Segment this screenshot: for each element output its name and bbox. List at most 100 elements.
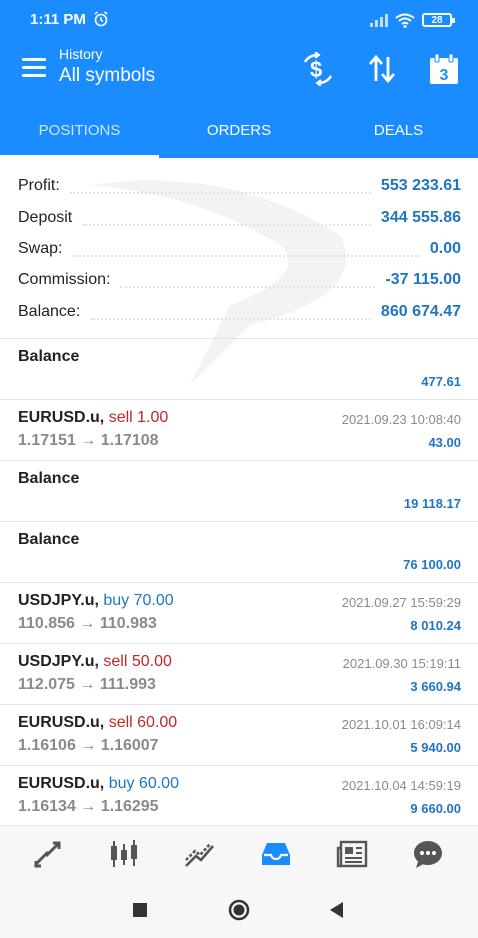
- summary-label: Deposit: [18, 208, 79, 227]
- page-subtitle: History: [59, 46, 103, 62]
- recents-square-icon[interactable]: [129, 899, 151, 921]
- news-icon: [336, 840, 368, 868]
- summary-row-profit: Profit: 553 233.61: [18, 170, 461, 201]
- history-list[interactable]: Balance 477.61 EURUSD.u, sell 1.00 1.171…: [0, 339, 478, 825]
- nav-quotes[interactable]: [30, 836, 66, 872]
- summary-row-swap: Swap: 0.00: [18, 233, 461, 264]
- summary-value: 553 233.61: [374, 176, 461, 195]
- system-navigation: [0, 881, 478, 938]
- list-item[interactable]: USDJPY.u, sell 50.00 112.075 → 111.993 2…: [0, 644, 478, 705]
- app-bar: History All symbols $ 3: [0, 40, 478, 102]
- item-symbol: USDJPY.u,: [18, 592, 99, 609]
- calendar-icon[interactable]: 3: [427, 52, 461, 86]
- list-item[interactable]: Balance 76 100.00: [0, 522, 478, 583]
- item-time: 2021.09.27 15:59:29: [341, 595, 461, 610]
- wifi-icon: [395, 13, 415, 28]
- status-bar: 1:11 PM 28: [0, 0, 478, 40]
- dotted-leader: [69, 178, 371, 194]
- dotted-leader: [90, 304, 371, 320]
- summary-value: 0.00: [423, 239, 461, 258]
- nav-news[interactable]: [334, 836, 370, 872]
- item-title: EURUSD.u, buy 60.00: [18, 775, 179, 793]
- item-symbol: USDJPY.u,: [18, 653, 99, 670]
- item-amount: 5 940.00: [410, 740, 461, 755]
- back-triangle-icon[interactable]: [326, 899, 348, 921]
- summary-row-balance: Balance: 860 674.47: [18, 296, 461, 327]
- nav-history[interactable]: [258, 836, 294, 872]
- item-prices: 112.075 → 111.993: [18, 676, 156, 693]
- calendar-day: 3: [440, 67, 449, 84]
- item-type: sell 60.00: [108, 714, 178, 731]
- nav-chart[interactable]: [106, 836, 142, 872]
- tab-deals[interactable]: DEALS: [319, 102, 478, 158]
- item-type: buy 70.00: [103, 592, 174, 609]
- active-tab-indicator: [0, 155, 159, 158]
- history-inbox-icon: [262, 843, 290, 865]
- summary-label: Balance:: [18, 302, 87, 321]
- summary-row-deposit: Deposit 344 555.86: [18, 202, 461, 233]
- dotted-leader: [120, 272, 376, 288]
- item-type: sell 1.00: [108, 409, 169, 426]
- item-title: USDJPY.u, buy 70.00: [18, 592, 174, 610]
- tab-label: DEALS: [373, 121, 424, 139]
- menu-icon-line: [22, 66, 46, 69]
- item-amount: 76 100.00: [403, 557, 461, 572]
- status-time: 1:11 PM: [30, 11, 86, 28]
- summary-value: -37 115.00: [379, 270, 461, 289]
- item-symbol: Balance: [18, 531, 80, 548]
- item-type: buy 60.00: [108, 775, 179, 792]
- trade-chart-icon: [185, 843, 214, 867]
- item-amount: 9 660.00: [410, 801, 461, 816]
- nav-trade[interactable]: [182, 836, 218, 872]
- item-amount: 43.00: [428, 435, 461, 450]
- top-header: 1:11 PM 28 History All symbols $ 3 POSIT…: [0, 0, 478, 158]
- summary-label: Profit:: [18, 176, 66, 195]
- item-symbol: EURUSD.u,: [18, 409, 105, 426]
- item-amount: 477.61: [421, 374, 461, 389]
- nav-chat[interactable]: [410, 836, 446, 872]
- home-circle-icon[interactable]: [228, 899, 250, 921]
- battery-level: 28: [431, 14, 443, 26]
- quotes-arrows-icon: [34, 841, 61, 868]
- list-item[interactable]: Balance 19 118.17: [0, 461, 478, 522]
- bottom-navigation: [0, 825, 478, 881]
- dollar-filter-icon[interactable]: $: [301, 52, 335, 86]
- item-amount: 8 010.24: [410, 618, 461, 633]
- tab-positions[interactable]: POSITIONS: [0, 102, 159, 158]
- item-title: EURUSD.u, sell 60.00: [18, 714, 177, 732]
- dotted-leader: [82, 210, 371, 226]
- item-time: 2021.10.04 14:59:19: [341, 778, 461, 793]
- title-block[interactable]: History All symbols: [59, 46, 155, 87]
- item-symbol: Balance: [18, 348, 80, 365]
- tab-label: ORDERS: [206, 121, 272, 139]
- summary-panel: Profit: 553 233.61 Deposit 344 555.86 Sw…: [0, 170, 478, 332]
- list-item[interactable]: EURUSD.u, sell 1.00 1.17151 → 1.17108 20…: [0, 400, 478, 461]
- dotted-leader: [72, 241, 420, 257]
- item-symbol: Balance: [18, 470, 80, 487]
- item-type: sell 50.00: [103, 653, 172, 670]
- item-amount: 19 118.17: [403, 496, 461, 511]
- tab-bar: POSITIONS ORDERS DEALS: [0, 102, 478, 158]
- item-symbol: EURUSD.u,: [18, 775, 105, 792]
- sort-icon[interactable]: [365, 52, 399, 86]
- chat-icon: [414, 841, 442, 868]
- list-item[interactable]: Balance 477.61: [0, 339, 478, 400]
- tab-orders[interactable]: ORDERS: [159, 102, 319, 158]
- summary-value: 344 555.86: [374, 208, 461, 227]
- tab-label: POSITIONS: [38, 121, 121, 139]
- item-time: 2021.10.01 16:09:14: [341, 717, 461, 732]
- list-item[interactable]: EURUSD.u, sell 60.00 1.16106 → 1.16007 2…: [0, 705, 478, 766]
- summary-label: Commission:: [18, 270, 117, 289]
- summary-value: 860 674.47: [374, 302, 461, 321]
- signal-icon: [370, 14, 388, 27]
- menu-icon-line: [22, 58, 46, 61]
- list-item[interactable]: USDJPY.u, buy 70.00 110.856 → 110.983 20…: [0, 583, 478, 644]
- list-item[interactable]: EURUSD.u, buy 60.00 1.16134 → 1.16295 20…: [0, 766, 478, 825]
- item-prices: 1.16134 → 1.16295: [18, 798, 159, 815]
- svg-text:$: $: [310, 57, 322, 82]
- item-prices: 1.17151 → 1.17108: [18, 432, 159, 449]
- battery-icon: 28: [422, 13, 455, 27]
- item-symbol: EURUSD.u,: [18, 714, 105, 731]
- item-time: 2021.09.23 10:08:40: [341, 412, 461, 427]
- menu-button[interactable]: [22, 58, 46, 78]
